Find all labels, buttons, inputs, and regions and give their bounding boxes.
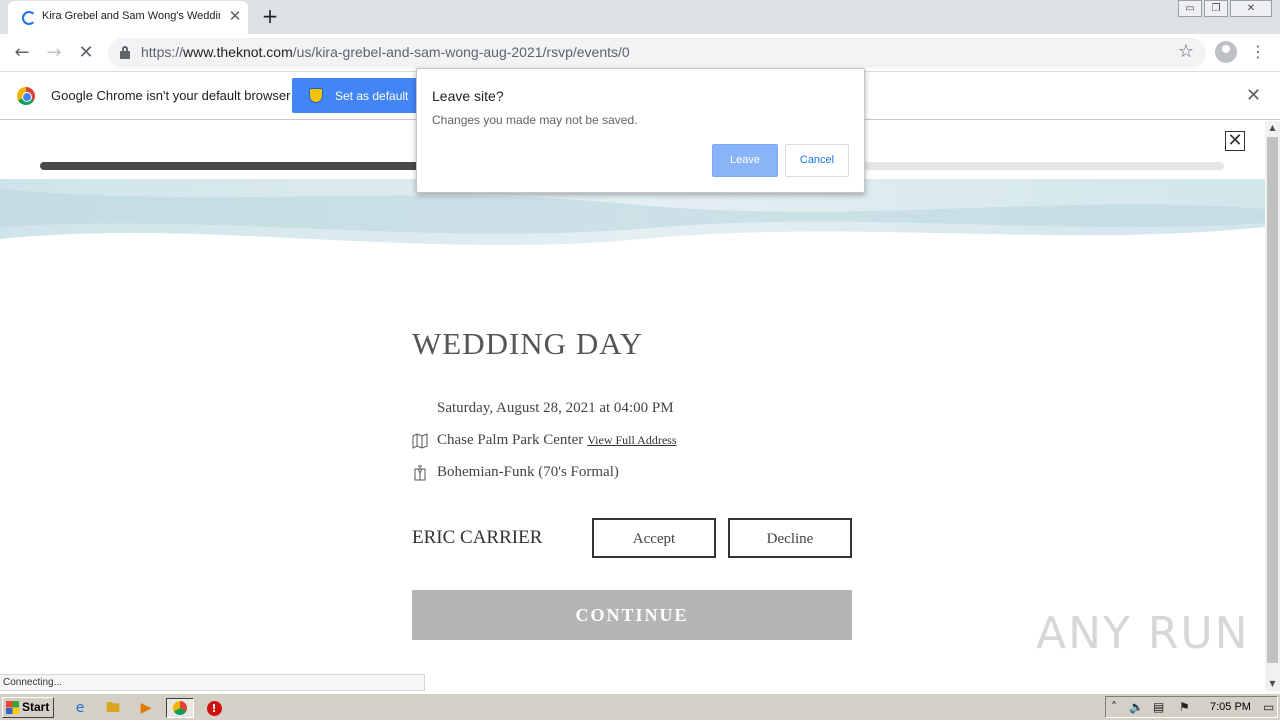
system-tray: ˄ 🔈 ▤ ⚑ 7:05 PM ▭ <box>1105 696 1278 718</box>
event-date: Saturday, August 28, 2021 at 04:00 PM <box>437 400 674 416</box>
security-alert-icon[interactable]: ! <box>204 698 224 718</box>
uac-shield-icon <box>309 88 323 103</box>
taskbar-clock: 7:05 PM <box>1210 701 1251 713</box>
forward-arrow-icon[interactable]: → <box>42 41 66 65</box>
rsvp-close-button[interactable]: ✕ <box>1225 131 1245 151</box>
back-arrow-icon[interactable]: ← <box>10 41 34 65</box>
tab-close-button[interactable]: ✕ <box>226 7 244 25</box>
scroll-down-arrow-icon[interactable]: ▼ <box>1265 677 1280 691</box>
volume-icon[interactable]: 🔈 <box>1129 700 1144 714</box>
map-icon <box>412 433 428 449</box>
accept-button[interactable]: Accept <box>592 518 716 558</box>
rsvp-progress-fill <box>40 162 419 170</box>
windows-taskbar: Start e 🖿 ▶ ! ˄ 🔈 ▤ ⚑ 7:05 PM ▭ <box>0 693 1280 720</box>
restore-button[interactable]: ❐ <box>1204 0 1228 17</box>
set-as-default-label: Set as default <box>335 89 409 103</box>
anyrun-watermark: ANY RUN <box>1036 608 1250 659</box>
bookmark-star-icon[interactable]: ☆ <box>1178 41 1194 62</box>
browser-tab[interactable]: Kira Grebel and Sam Wong's Wedding ✕ <box>8 1 248 34</box>
decline-button[interactable]: Decline <box>728 518 852 558</box>
minimize-button[interactable]: ▭ <box>1178 0 1202 17</box>
loading-spinner-icon <box>22 11 36 25</box>
chrome-menu-icon[interactable]: ⋮ <box>1250 41 1266 63</box>
lock-icon <box>120 46 130 59</box>
stop-loading-icon[interactable]: ✕ <box>74 41 98 65</box>
browser-toolbar: ← → ✕ https://www.theknot.com/us/kira-gr… <box>0 34 1280 72</box>
page-scrollbar[interactable]: ▲ ▼ <box>1265 121 1280 691</box>
dialog-title: Leave site? <box>432 88 504 104</box>
new-tab-button[interactable]: + <box>259 5 281 27</box>
leave-site-dialog: Leave site? Changes you made may not be … <box>416 68 865 193</box>
status-bubble: Connecting... <box>0 674 425 691</box>
internet-explorer-icon[interactable]: e <box>70 698 90 718</box>
event-title: WEDDING DAY <box>412 326 644 361</box>
event-card: WEDDING DAY Saturday, August 28, 2021 at… <box>412 326 852 640</box>
event-venue: Chase Palm Park Center <box>437 432 584 448</box>
leave-button[interactable]: Leave <box>712 144 778 177</box>
windows-logo-icon <box>6 701 19 714</box>
dialog-message: Changes you made may not be saved. <box>432 113 638 127</box>
infobar-message: Google Chrome isn't your default browser <box>51 88 291 103</box>
continue-button[interactable]: CONTINUE <box>412 590 852 640</box>
window-close-button[interactable]: ✕ <box>1230 0 1272 17</box>
network-icon[interactable]: ▤ <box>1153 700 1164 714</box>
url-text: https://www.theknot.com/us/kira-grebel-a… <box>141 44 630 60</box>
start-label: Start <box>22 700 50 714</box>
scroll-thumb[interactable] <box>1267 137 1278 663</box>
cancel-button[interactable]: Cancel <box>785 144 849 177</box>
action-center-flag-icon[interactable]: ⚑ <box>1179 700 1190 714</box>
window-controls: ▭ ❐ ✕ <box>1178 0 1272 18</box>
guest-name: ERIC CARRIER <box>412 527 543 548</box>
page-viewport: ✕ WEDDING DAY Saturday, August 28, 2021 … <box>0 121 1265 691</box>
profile-avatar-icon[interactable] <box>1215 41 1237 63</box>
tray-expand-icon[interactable]: ˄ <box>1111 700 1117 714</box>
infobar-close-button[interactable]: ✕ <box>1246 85 1261 106</box>
scroll-up-arrow-icon[interactable]: ▲ <box>1265 121 1280 135</box>
garment-bag-icon <box>414 465 426 481</box>
tab-title: Kira Grebel and Sam Wong's Wedding <box>42 10 220 22</box>
show-desktop-icon[interactable]: ▭ <box>1263 700 1274 714</box>
chrome-logo-icon <box>17 87 35 105</box>
set-as-default-button[interactable]: Set as default <box>292 78 418 113</box>
file-explorer-icon[interactable]: 🖿 <box>103 698 123 718</box>
view-full-address-link[interactable]: View Full Address <box>587 433 676 447</box>
event-dress-code: Bohemian-Funk (70's Formal) <box>437 464 619 480</box>
tab-strip: Kira Grebel and Sam Wong's Wedding ✕ + ▭… <box>0 0 1280 34</box>
address-bar[interactable]: https://www.theknot.com/us/kira-grebel-a… <box>108 38 1206 68</box>
media-player-icon[interactable]: ▶ <box>136 698 156 718</box>
start-button[interactable]: Start <box>2 697 54 718</box>
chrome-taskbar-icon[interactable] <box>166 698 194 718</box>
